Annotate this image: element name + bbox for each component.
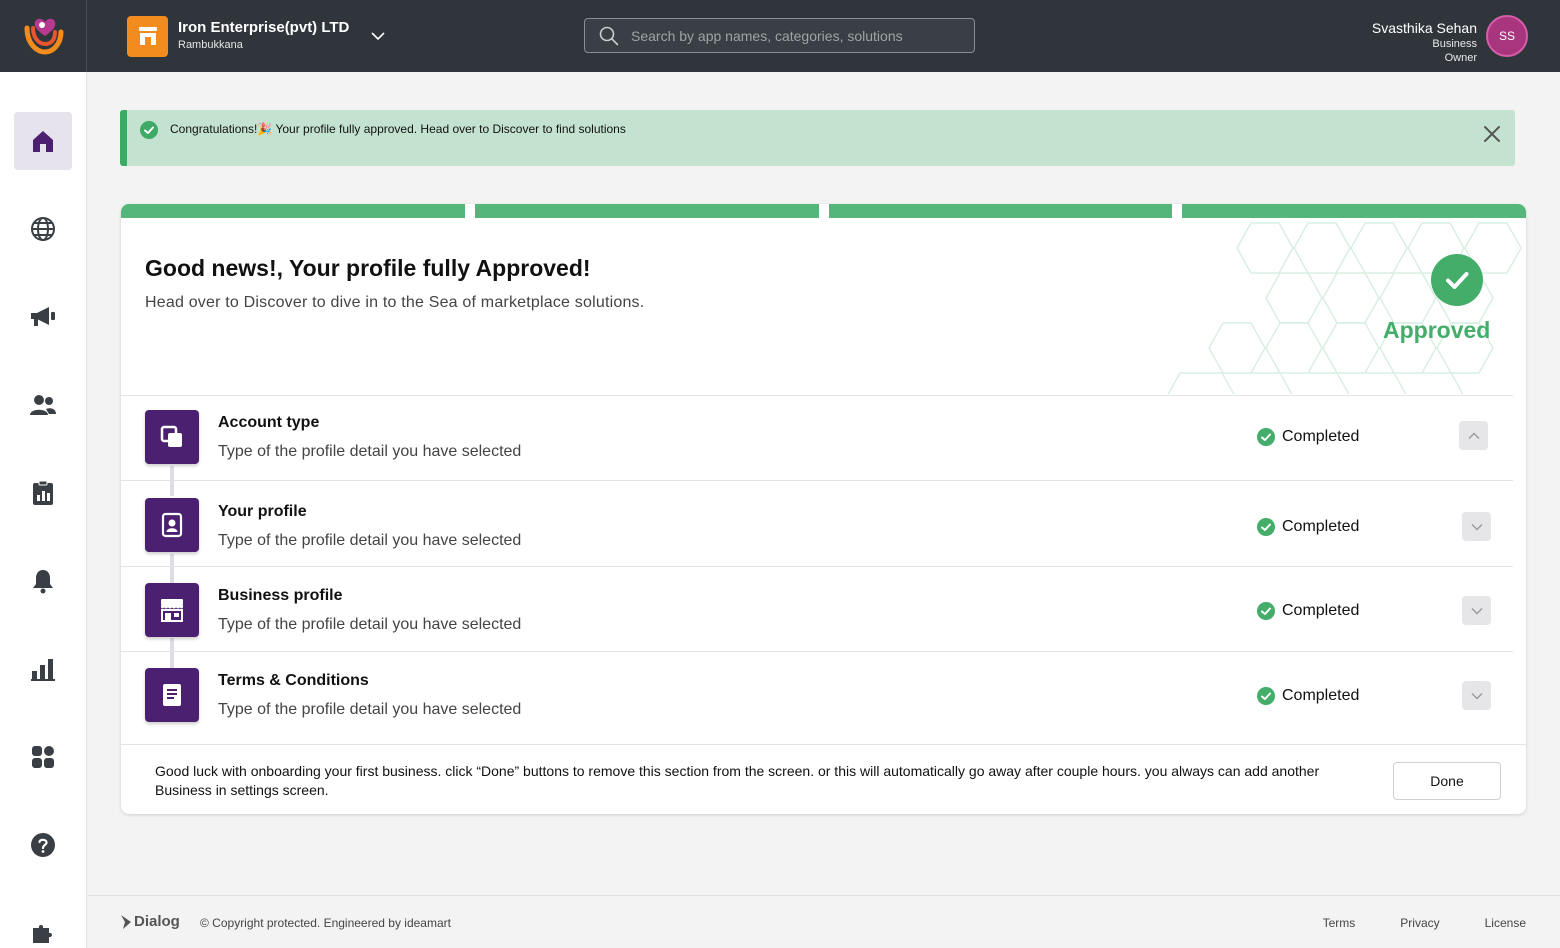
store-icon [127,15,168,57]
check-circle-icon [1257,687,1275,705]
step-description: Type of the profile detail you have sele… [218,701,522,718]
success-alert: Congratulations!🎉 Your profile fully app… [120,110,1515,166]
app-logo[interactable] [0,0,87,72]
approved-check-icon [1431,254,1483,306]
onboarding-footer: Good luck with onboarding your first bus… [121,744,1526,814]
sidebar-item-home[interactable] [14,112,72,170]
megaphone-icon [31,307,55,326]
chevron-down-icon[interactable] [370,28,386,49]
users-icon [30,395,56,415]
sidebar-item-discover[interactable] [14,200,72,258]
id-badge-icon [145,498,199,552]
help-icon [31,833,55,857]
check-circle-icon [140,121,158,139]
check-circle-icon [1257,602,1275,620]
step-title: Account type [218,414,320,431]
avatar[interactable]: SS [1486,15,1528,57]
progress-bar [121,204,1526,218]
chevron-down-icon[interactable] [1462,596,1491,625]
step-account-type: Account type Type of the profile detail … [121,395,1513,480]
card-title: Good news!, Your profile fully Approved! [145,255,591,281]
document-icon [145,668,199,722]
sidebar-item-integrations[interactable] [14,904,72,948]
top-bar: Iron Enterprise(pvt) LTD Rambukkana Svas… [0,0,1560,72]
step-description: Type of the profile detail you have sele… [218,616,522,633]
footer-links: Terms Privacy License [1323,916,1526,930]
chevron-up-icon[interactable] [1459,421,1488,450]
step-title: Business profile [218,587,343,604]
progress-segment [828,204,1173,218]
card-subtitle: Head over to Discover to dive in to the … [145,294,645,311]
step-description: Type of the profile detail you have sele… [218,443,522,460]
org-location: Rambukkana [178,39,243,51]
sidebar [0,72,87,948]
sidebar-item-campaigns[interactable] [14,288,72,346]
step-description: Type of the profile detail you have sele… [218,532,522,549]
status-badge: Completed [1257,518,1359,536]
status-badge: Completed [1257,602,1359,620]
step-title: Your profile [218,503,307,520]
dialog-logo: Dialog [120,913,180,930]
close-icon[interactable] [1483,125,1501,148]
status-text: Completed [1282,518,1360,535]
store-icon [145,583,199,637]
org-name: Iron Enterprise(pvt) LTD [178,19,350,36]
status-text: Completed [1282,602,1360,619]
dialog-logo-icon [121,914,131,929]
clipboard-chart-icon [33,480,53,505]
step-business-profile: Business profile Type of the profile det… [121,566,1513,651]
alert-message: Congratulations!🎉 Your profile fully app… [170,122,626,136]
copyright-text: © Copyright protected. Engineered by ide… [200,916,451,930]
apps-icon [32,746,54,768]
progress-segment [121,204,465,218]
chevron-down-icon[interactable] [1462,512,1491,541]
step-title: Terms & Conditions [218,672,369,689]
user-info[interactable]: Svasthika Sehan Business Owner [1372,19,1477,65]
approved-label: Approved [1383,317,1491,343]
search-input[interactable] [631,27,951,44]
footer-link-terms[interactable]: Terms [1323,916,1356,930]
sidebar-item-analytics[interactable] [14,640,72,698]
search-box[interactable] [584,18,975,53]
bell-icon [33,570,53,594]
status-badge: Completed [1257,428,1359,446]
user-role: Business Owner [1432,38,1477,64]
sidebar-item-users[interactable] [14,376,72,434]
home-icon [33,131,53,152]
app-logo-icon [24,18,64,55]
onboarding-note: Good luck with onboarding your first bus… [155,763,1320,798]
step-terms-conditions: Terms & Conditions Type of the profile d… [121,651,1513,744]
page-footer: Dialog © Copyright protected. Engineered… [88,895,1560,948]
hexagon-pattern [1167,222,1522,394]
sidebar-item-reports[interactable] [14,464,72,522]
chevron-down-icon[interactable] [1462,681,1491,710]
done-button[interactable]: Done [1393,762,1501,800]
check-circle-icon [1257,518,1275,536]
org-switcher[interactable]: Iron Enterprise(pvt) LTD Rambukkana [127,15,349,57]
bar-chart-icon [31,659,55,681]
footer-link-license[interactable]: License [1485,916,1526,930]
step-your-profile: Your profile Type of the profile detail … [121,480,1513,566]
progress-segment [1182,204,1526,218]
sidebar-item-help[interactable] [14,816,72,874]
puzzle-icon [33,925,52,943]
copy-icon [145,410,199,464]
globe-icon [31,217,55,241]
sidebar-item-notifications[interactable] [14,552,72,610]
user-name: Svasthika Sehan [1371,20,1477,36]
status-badge: Completed [1257,687,1359,705]
brand-name: Dialog [134,913,180,930]
progress-segment [474,204,819,218]
sidebar-item-apps[interactable] [14,728,72,786]
check-circle-icon [1257,428,1275,446]
onboarding-card: Good news!, Your profile fully Approved!… [121,204,1526,814]
status-text: Completed [1282,428,1360,445]
status-text: Completed [1282,687,1360,704]
footer-link-privacy[interactable]: Privacy [1400,916,1439,930]
search-icon [599,26,619,45]
